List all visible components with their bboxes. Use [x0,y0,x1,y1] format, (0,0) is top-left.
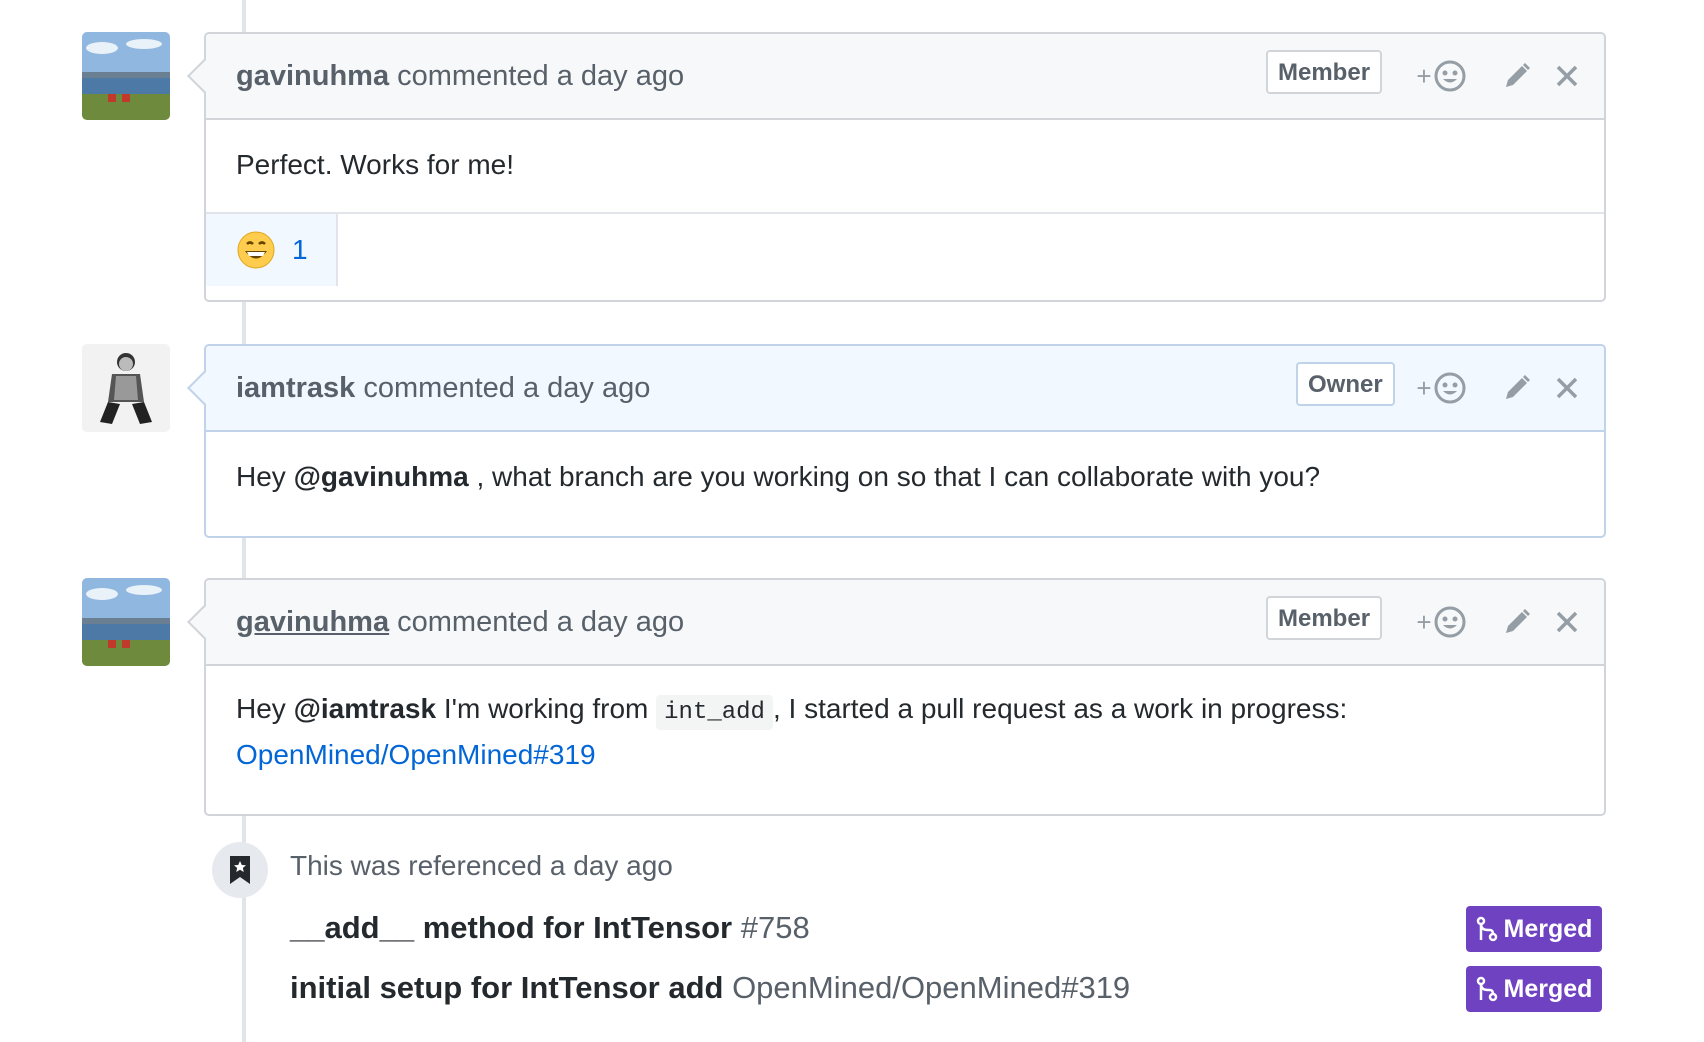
comment-timestamp[interactable]: commented a day ago [355,372,650,404]
body-text: Hey [236,693,294,724]
comment-2: iamtrask commented a day ago Owner + Hey… [187,344,1606,538]
plus-label: + [1416,372,1432,403]
bookmark-icon [230,856,250,884]
comment-timestamp[interactable]: commented a day ago [389,60,684,92]
reaction-count: 1 [292,234,308,265]
edit-comment-button[interactable] [1492,366,1542,410]
role-badge: Owner [1296,362,1395,406]
body-text: , I started a pull request as a work in … [772,693,1348,724]
merged-status-label: Merged [1503,974,1593,1003]
add-reaction-button[interactable]: + [1408,600,1474,644]
close-icon [1556,611,1578,633]
comment-meta: gavinuhma commented a day ago [236,60,684,93]
merged-status-badge: Merged [1466,906,1602,952]
referenced-pr-row[interactable]: __add__ method for IntTensor #758 [290,910,810,946]
pull-request-link[interactable]: OpenMined/OpenMined#319 [236,739,596,770]
body-line: OpenMined/OpenMined#319 [236,734,1574,776]
comment-3: gavinuhma commented a day ago Member + H… [187,578,1606,816]
add-reaction-icon [1434,60,1466,92]
add-reaction-icon [1434,606,1466,638]
comment-meta: iamtrask commented a day ago [236,372,650,405]
edit-comment-button[interactable] [1492,600,1542,644]
delete-comment-button[interactable] [1542,600,1592,644]
referenced-pr-number[interactable]: OpenMined/OpenMined#319 [723,970,1130,1005]
add-reaction-button[interactable]: + [1408,54,1474,98]
comment-1: gavinuhma commented a day ago Member + P… [187,32,1606,302]
merged-status-label: Merged [1503,914,1593,943]
body-text: I'm working from [436,693,657,724]
delete-comment-button[interactable] [1542,366,1592,410]
avatar-gavinuhma[interactable] [82,578,170,666]
close-icon [1556,377,1578,399]
grinning-face-icon [237,231,275,269]
role-badge: Member [1266,50,1383,94]
comment-author[interactable]: gavinuhma [236,606,389,638]
body-text: , what branch are you working on so that… [468,461,1321,492]
comment-body: Perfect. Works for me! [236,149,514,180]
comment-author[interactable]: iamtrask [236,372,355,404]
comment-header: gavinuhma commented a day ago Member + [206,580,1604,666]
reactions-bar: 1 [206,212,1604,286]
close-icon [1556,65,1578,87]
plus-label: + [1416,60,1432,91]
git-merge-icon [1476,976,1497,1002]
edit-comment-button[interactable] [1492,54,1542,98]
pencil-icon [1506,375,1530,399]
add-reaction-button[interactable]: + [1408,366,1474,410]
delete-comment-button[interactable] [1542,54,1592,98]
referenced-pr-title[interactable]: __add__ method for IntTensor [290,910,732,945]
referenced-pr-number[interactable]: #758 [732,910,810,945]
user-mention[interactable]: @iamtrask [294,693,437,724]
referenced-pr-title[interactable]: initial setup for IntTensor add [290,970,723,1005]
user-mention[interactable]: @gavinuhma [294,461,469,492]
pencil-icon [1506,609,1530,633]
comment-meta: gavinuhma commented a day ago [236,606,684,639]
comment-timestamp[interactable]: commented a day ago [389,606,684,638]
avatar-gavinuhma[interactable] [82,32,170,120]
comment-body: Hey @iamtrask I'm working from int_add, … [206,666,1604,776]
avatar-iamtrask[interactable] [82,344,170,432]
plus-label: + [1416,606,1432,637]
body-line: Hey @iamtrask I'm working from int_add, … [236,688,1574,734]
reference-event-badge [212,842,268,898]
reference-event-text: This was referenced a day ago [290,850,673,881]
body-text: Hey [236,461,294,492]
comment-body: Hey @gavinuhma , what branch are you wor… [206,432,1604,498]
comment-header: gavinuhma commented a day ago Member + [206,34,1604,120]
merged-status-badge: Merged [1466,966,1602,1012]
add-reaction-icon [1434,372,1466,404]
role-badge: Member [1266,596,1383,640]
referenced-pr-row[interactable]: initial setup for IntTensor add OpenMine… [290,970,1130,1006]
reaction-button[interactable]: 1 [206,214,338,286]
branch-code: int_add [656,695,773,730]
comment-author[interactable]: gavinuhma [236,60,389,92]
git-merge-icon [1476,916,1497,942]
comment-header: iamtrask commented a day ago Owner + [206,346,1604,432]
pencil-icon [1506,63,1530,87]
